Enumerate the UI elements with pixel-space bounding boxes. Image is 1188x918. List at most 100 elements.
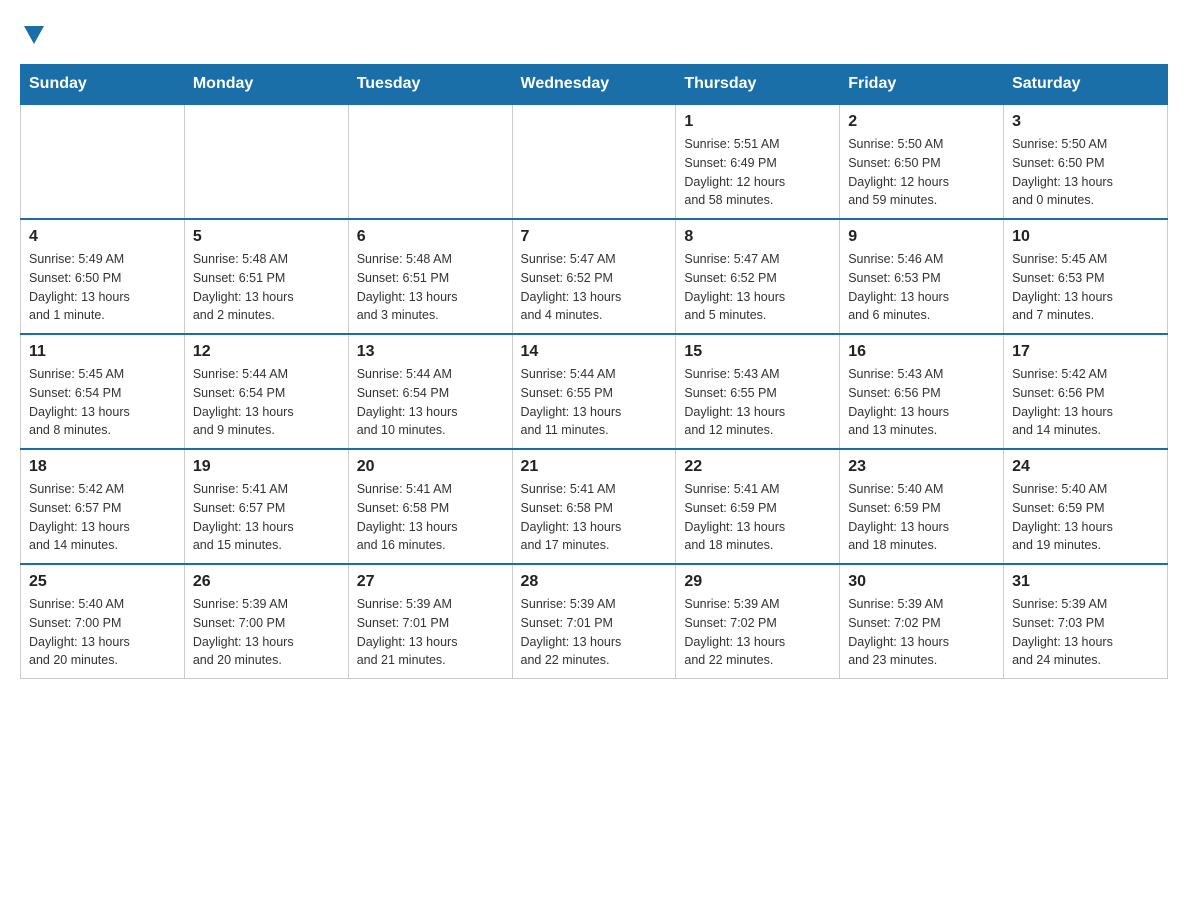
calendar-cell: 10Sunrise: 5:45 AM Sunset: 6:53 PM Dayli… bbox=[1004, 219, 1168, 334]
calendar-cell: 19 Sunrise: 5:41 AM Sunset: 6:57 PM Dayli… bbox=[184, 449, 348, 564]
day-number: 17 bbox=[1012, 343, 1159, 361]
day-number: 22 bbox=[684, 458, 831, 476]
day-info: Sunrise: 5:43 AM Sunset: 6:56 PM Dayligh… bbox=[848, 365, 995, 440]
day-info: Sunrise: 5:41 AM Sunset: 6:57 PM Dayligh… bbox=[193, 480, 340, 555]
calendar-cell: 9 Sunrise: 5:46 AM Sunset: 6:53 PM Daylig… bbox=[840, 219, 1004, 334]
page-header bbox=[20, 20, 1168, 44]
day-info: Sunrise: 5:48 AM Sunset: 6:51 PM Dayligh… bbox=[357, 250, 504, 325]
calendar-cell bbox=[21, 104, 185, 219]
day-info: Sunrise: 5:41 AM Sunset: 6:58 PM Dayligh… bbox=[357, 480, 504, 555]
calendar-cell: 27 Sunrise: 5:39 AM Sunset: 7:01 PM Dayli… bbox=[348, 564, 512, 679]
calendar-cell: 5 Sunrise: 5:48 AM Sunset: 6:51 PM Daylig… bbox=[184, 219, 348, 334]
day-info: Sunrise: 5:47 AM Sunset: 6:52 PM Dayligh… bbox=[521, 250, 668, 325]
day-info: Sunrise: 5:40 AM Sunset: 6:59 PM Dayligh… bbox=[848, 480, 995, 555]
day-info: Sunrise: 5:44 AM Sunset: 6:55 PM Dayligh… bbox=[521, 365, 668, 440]
day-number: 7 bbox=[521, 228, 668, 246]
weekday-header-monday: Monday bbox=[184, 65, 348, 105]
calendar-cell: 28 Sunrise: 5:39 AM Sunset: 7:01 PM Dayli… bbox=[512, 564, 676, 679]
day-info: Sunrise: 5:43 AM Sunset: 6:55 PM Dayligh… bbox=[684, 365, 831, 440]
day-info: Sunrise: 5:39 AM Sunset: 7:01 PM Dayligh… bbox=[357, 595, 504, 670]
day-number: 5 bbox=[193, 228, 340, 246]
calendar-cell: 2Sunrise: 5:50 AM Sunset: 6:50 PM Daylig… bbox=[840, 104, 1004, 219]
calendar-cell: 15 Sunrise: 5:43 AM Sunset: 6:55 PM Dayli… bbox=[676, 334, 840, 449]
day-info: Sunrise: 5:50 AM Sunset: 6:50 PM Dayligh… bbox=[848, 135, 995, 210]
day-number: 15 bbox=[684, 343, 831, 361]
calendar-cell: 30 Sunrise: 5:39 AM Sunset: 7:02 PM Dayli… bbox=[840, 564, 1004, 679]
day-number: 21 bbox=[521, 458, 668, 476]
calendar-cell: 24Sunrise: 5:40 AM Sunset: 6:59 PM Dayli… bbox=[1004, 449, 1168, 564]
day-number: 28 bbox=[521, 573, 668, 591]
week-row-3: 11 Sunrise: 5:45 AM Sunset: 6:54 PM Dayli… bbox=[21, 334, 1168, 449]
day-info: Sunrise: 5:44 AM Sunset: 6:54 PM Dayligh… bbox=[357, 365, 504, 440]
calendar-cell bbox=[348, 104, 512, 219]
day-number: 9 bbox=[848, 228, 995, 246]
calendar-cell: 26 Sunrise: 5:39 AM Sunset: 7:00 PM Dayli… bbox=[184, 564, 348, 679]
day-info: Sunrise: 5:50 AM Sunset: 6:50 PM Dayligh… bbox=[1012, 135, 1159, 210]
day-info: Sunrise: 5:39 AM Sunset: 7:01 PM Dayligh… bbox=[521, 595, 668, 670]
calendar-cell: 6 Sunrise: 5:48 AM Sunset: 6:51 PM Daylig… bbox=[348, 219, 512, 334]
day-number: 29 bbox=[684, 573, 831, 591]
day-info: Sunrise: 5:51 AM Sunset: 6:49 PM Dayligh… bbox=[684, 135, 831, 210]
day-number: 16 bbox=[848, 343, 995, 361]
day-info: Sunrise: 5:45 AM Sunset: 6:54 PM Dayligh… bbox=[29, 365, 176, 440]
calendar-header-row: SundayMondayTuesdayWednesdayThursdayFrid… bbox=[21, 65, 1168, 105]
calendar-cell: 4 Sunrise: 5:49 AM Sunset: 6:50 PM Daylig… bbox=[21, 219, 185, 334]
calendar-cell: 8Sunrise: 5:47 AM Sunset: 6:52 PM Daylig… bbox=[676, 219, 840, 334]
calendar-cell: 14Sunrise: 5:44 AM Sunset: 6:55 PM Dayli… bbox=[512, 334, 676, 449]
day-number: 24 bbox=[1012, 458, 1159, 476]
week-row-5: 25 Sunrise: 5:40 AM Sunset: 7:00 PM Dayli… bbox=[21, 564, 1168, 679]
calendar-cell: 18Sunrise: 5:42 AM Sunset: 6:57 PM Dayli… bbox=[21, 449, 185, 564]
day-info: Sunrise: 5:48 AM Sunset: 6:51 PM Dayligh… bbox=[193, 250, 340, 325]
day-info: Sunrise: 5:39 AM Sunset: 7:03 PM Dayligh… bbox=[1012, 595, 1159, 670]
calendar-cell: 23 Sunrise: 5:40 AM Sunset: 6:59 PM Dayli… bbox=[840, 449, 1004, 564]
logo bbox=[20, 20, 44, 44]
day-number: 20 bbox=[357, 458, 504, 476]
day-number: 27 bbox=[357, 573, 504, 591]
day-number: 6 bbox=[357, 228, 504, 246]
calendar-cell: 1 Sunrise: 5:51 AM Sunset: 6:49 PM Daylig… bbox=[676, 104, 840, 219]
day-number: 13 bbox=[357, 343, 504, 361]
day-number: 19 bbox=[193, 458, 340, 476]
calendar-cell: 11 Sunrise: 5:45 AM Sunset: 6:54 PM Dayli… bbox=[21, 334, 185, 449]
calendar-cell bbox=[184, 104, 348, 219]
calendar-cell: 20 Sunrise: 5:41 AM Sunset: 6:58 PM Dayli… bbox=[348, 449, 512, 564]
calendar-cell: 7 Sunrise: 5:47 AM Sunset: 6:52 PM Daylig… bbox=[512, 219, 676, 334]
day-number: 8 bbox=[684, 228, 831, 246]
day-number: 25 bbox=[29, 573, 176, 591]
day-number: 12 bbox=[193, 343, 340, 361]
logo-triangle-icon bbox=[24, 26, 44, 44]
day-info: Sunrise: 5:42 AM Sunset: 6:57 PM Dayligh… bbox=[29, 480, 176, 555]
calendar-cell: 31Sunrise: 5:39 AM Sunset: 7:03 PM Dayli… bbox=[1004, 564, 1168, 679]
calendar-cell bbox=[512, 104, 676, 219]
day-info: Sunrise: 5:39 AM Sunset: 7:00 PM Dayligh… bbox=[193, 595, 340, 670]
day-info: Sunrise: 5:49 AM Sunset: 6:50 PM Dayligh… bbox=[29, 250, 176, 325]
weekday-header-wednesday: Wednesday bbox=[512, 65, 676, 105]
weekday-header-sunday: Sunday bbox=[21, 65, 185, 105]
calendar-cell: 12Sunrise: 5:44 AM Sunset: 6:54 PM Dayli… bbox=[184, 334, 348, 449]
day-info: Sunrise: 5:40 AM Sunset: 7:00 PM Dayligh… bbox=[29, 595, 176, 670]
weekday-header-friday: Friday bbox=[840, 65, 1004, 105]
day-number: 4 bbox=[29, 228, 176, 246]
calendar-table: SundayMondayTuesdayWednesdayThursdayFrid… bbox=[20, 64, 1168, 679]
calendar-cell: 16 Sunrise: 5:43 AM Sunset: 6:56 PM Dayli… bbox=[840, 334, 1004, 449]
day-number: 11 bbox=[29, 343, 176, 361]
day-info: Sunrise: 5:41 AM Sunset: 6:58 PM Dayligh… bbox=[521, 480, 668, 555]
week-row-1: 1 Sunrise: 5:51 AM Sunset: 6:49 PM Daylig… bbox=[21, 104, 1168, 219]
day-number: 1 bbox=[684, 113, 831, 131]
weekday-header-thursday: Thursday bbox=[676, 65, 840, 105]
day-number: 23 bbox=[848, 458, 995, 476]
weekday-header-saturday: Saturday bbox=[1004, 65, 1168, 105]
day-info: Sunrise: 5:39 AM Sunset: 7:02 PM Dayligh… bbox=[684, 595, 831, 670]
calendar-cell: 25 Sunrise: 5:40 AM Sunset: 7:00 PM Dayli… bbox=[21, 564, 185, 679]
day-number: 3 bbox=[1012, 113, 1159, 131]
weekday-header-tuesday: Tuesday bbox=[348, 65, 512, 105]
day-info: Sunrise: 5:42 AM Sunset: 6:56 PM Dayligh… bbox=[1012, 365, 1159, 440]
calendar-cell: 17 Sunrise: 5:42 AM Sunset: 6:56 PM Dayli… bbox=[1004, 334, 1168, 449]
day-info: Sunrise: 5:46 AM Sunset: 6:53 PM Dayligh… bbox=[848, 250, 995, 325]
day-number: 26 bbox=[193, 573, 340, 591]
day-info: Sunrise: 5:39 AM Sunset: 7:02 PM Dayligh… bbox=[848, 595, 995, 670]
calendar-cell: 22Sunrise: 5:41 AM Sunset: 6:59 PM Dayli… bbox=[676, 449, 840, 564]
calendar-cell: 21 Sunrise: 5:41 AM Sunset: 6:58 PM Dayli… bbox=[512, 449, 676, 564]
day-number: 10 bbox=[1012, 228, 1159, 246]
day-number: 30 bbox=[848, 573, 995, 591]
